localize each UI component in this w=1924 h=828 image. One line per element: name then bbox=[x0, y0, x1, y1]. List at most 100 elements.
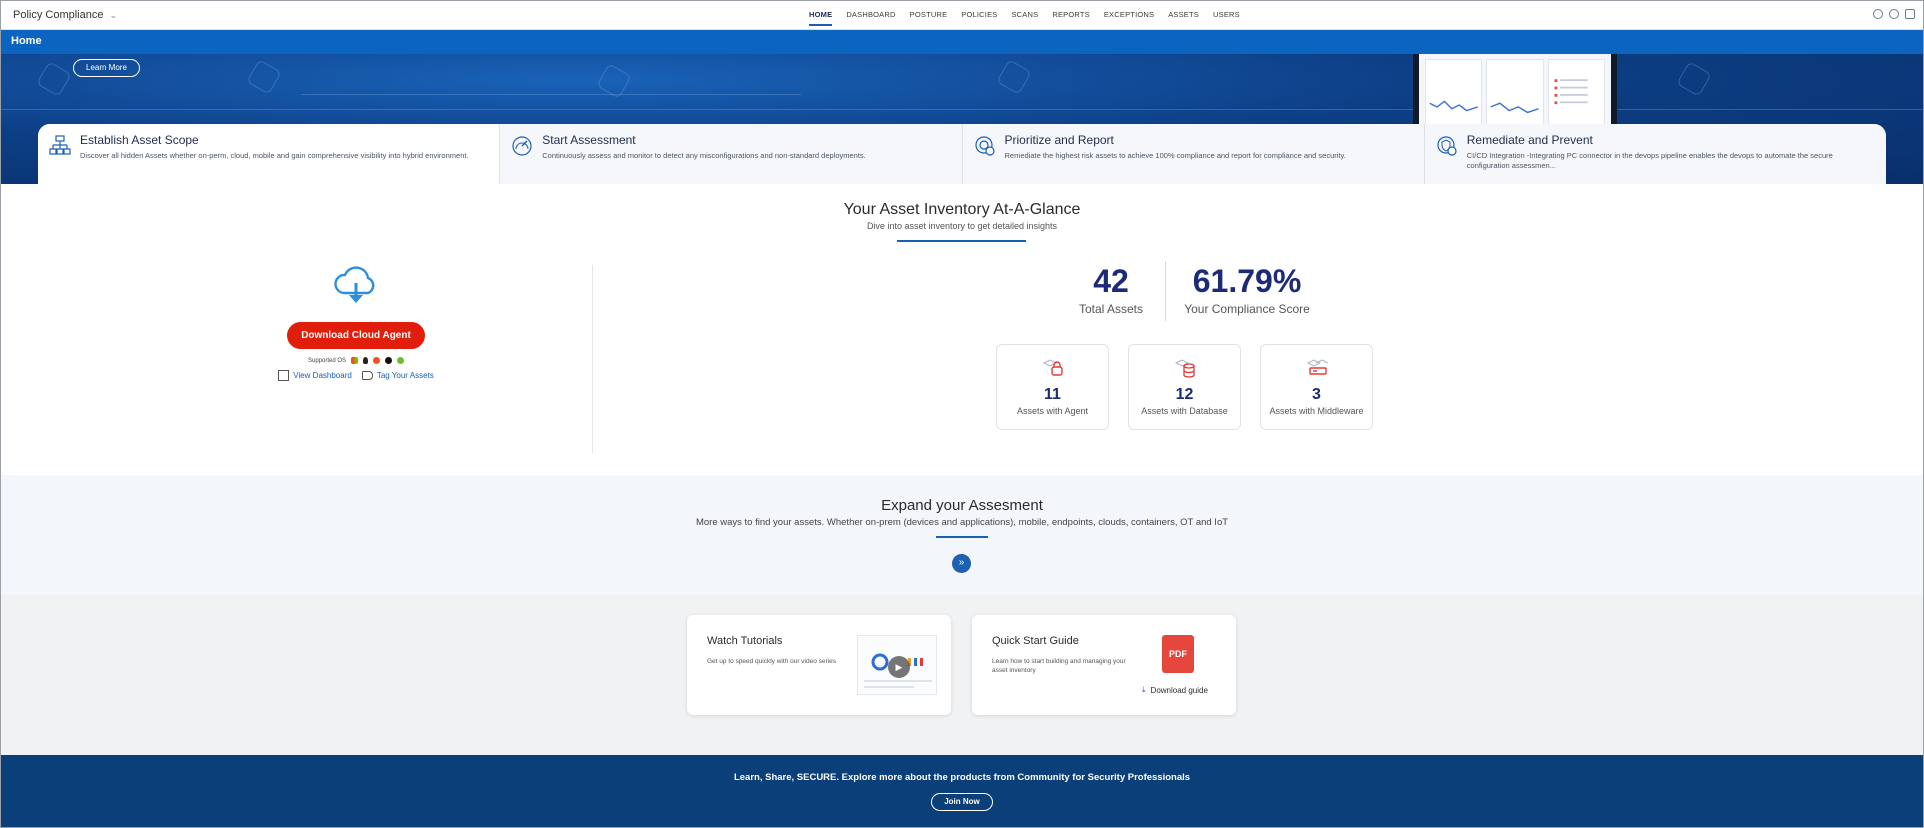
quick-start-guide-card[interactable]: Quick Start Guide Learn how to start bui… bbox=[972, 615, 1236, 715]
compliance-score-stat: 61.79% Your Compliance Score bbox=[1177, 263, 1317, 316]
top-icons bbox=[1873, 9, 1915, 19]
step-cards: Establish Asset Scope Discover all hidde… bbox=[38, 124, 1886, 184]
tag-assets-link[interactable]: Tag Your Assets bbox=[361, 370, 434, 381]
cloud-download-icon bbox=[334, 266, 375, 303]
stat-divider bbox=[1165, 261, 1166, 321]
guide-desc: Learn how to start building and managing… bbox=[992, 658, 1126, 674]
step-establish-scope[interactable]: Establish Asset Scope Discover all hidde… bbox=[38, 124, 501, 184]
title-underline bbox=[897, 240, 1026, 242]
chevron-down-icon: ⌄ bbox=[109, 9, 118, 20]
gauge-icon bbox=[512, 136, 532, 156]
nav-users[interactable]: USERS bbox=[1213, 1, 1240, 30]
download-guide-label: Download guide bbox=[1150, 685, 1208, 695]
guide-title: Quick Start Guide bbox=[992, 635, 1079, 647]
nav-reports[interactable]: REPORTS bbox=[1052, 1, 1090, 30]
nav-policies[interactable]: POLICIES bbox=[961, 1, 997, 30]
linux-icon bbox=[363, 357, 369, 364]
main-nav: HOME DASHBOARD POSTURE POLICIES SCANS RE… bbox=[809, 1, 1240, 30]
assets-with-agent-card[interactable]: 11 Assets with Agent bbox=[996, 344, 1109, 430]
app-switcher[interactable]: Policy Compliance ⌄ bbox=[13, 9, 117, 21]
watch-tutorials-card[interactable]: Watch Tutorials Get up to speed quickly … bbox=[687, 615, 951, 715]
expand-underline bbox=[936, 536, 988, 538]
hex-decoration bbox=[36, 61, 72, 97]
page-title: Home bbox=[1, 30, 1923, 54]
download-guide-link[interactable]: ⤓ Download guide bbox=[1142, 685, 1208, 695]
expand-section: Expand your Assesment More ways to find … bbox=[1, 475, 1923, 595]
agent-label: Assets with Agent bbox=[1016, 406, 1089, 416]
database-count: 12 bbox=[1175, 386, 1194, 403]
tag-assets-label: Tag Your Assets bbox=[376, 371, 434, 380]
nav-assets[interactable]: ASSETS bbox=[1168, 1, 1199, 30]
nav-home[interactable]: HOME bbox=[809, 1, 833, 30]
step-title: Remediate and Prevent bbox=[1466, 133, 1593, 147]
glance-subtitle: Dive into asset inventory to get detaile… bbox=[866, 221, 1058, 231]
supported-os-row: Supported OS bbox=[271, 357, 441, 364]
user-icon[interactable] bbox=[1873, 9, 1883, 19]
supported-os-label: Supported OS bbox=[307, 357, 347, 364]
tag-icon bbox=[361, 371, 373, 380]
apple-icon bbox=[385, 357, 393, 364]
windows-icon bbox=[351, 357, 359, 364]
panel-divider bbox=[592, 265, 593, 453]
download-cloud-agent-button[interactable]: Download Cloud Agent bbox=[287, 322, 425, 349]
help-icon[interactable] bbox=[1889, 9, 1899, 19]
compliance-score-label: Your Compliance Score bbox=[1184, 302, 1310, 316]
download-icon: ⤓ bbox=[1142, 685, 1146, 694]
total-assets-label: Total Assets bbox=[1078, 302, 1144, 316]
agent-count: 11 bbox=[1044, 386, 1061, 403]
circuit-line bbox=[301, 94, 801, 95]
nav-posture[interactable]: POSTURE bbox=[910, 1, 948, 30]
screen-pane bbox=[1486, 59, 1544, 129]
step-desc: Continuously assess and monitor to detec… bbox=[542, 151, 866, 160]
target-gear-icon bbox=[974, 136, 995, 156]
step-prioritize-report[interactable]: Prioritize and Report Remediate the high… bbox=[962, 124, 1425, 184]
shield-gear-icon bbox=[1437, 136, 1457, 156]
step-title: Start Assessment bbox=[542, 133, 636, 147]
total-assets-value: 42 bbox=[1093, 263, 1129, 299]
screen-pane bbox=[1425, 59, 1483, 129]
step-desc: Remediate the highest risk assets to ach… bbox=[1004, 151, 1346, 160]
nav-dashboard[interactable]: DASHBOARD bbox=[846, 1, 895, 30]
hex-decoration bbox=[1676, 61, 1712, 97]
play-icon[interactable]: ▶ bbox=[888, 656, 910, 678]
assets-with-middleware-card[interactable]: 3 Assets with Middleware bbox=[1260, 344, 1373, 430]
middleware-icon bbox=[1306, 359, 1328, 375]
screen-pane bbox=[1547, 59, 1605, 129]
view-dashboard-link[interactable]: View Dashboard bbox=[278, 370, 352, 381]
ubuntu-icon bbox=[373, 357, 381, 364]
cloud-agent-panel: Download Cloud Agent Supported OS View D… bbox=[271, 263, 441, 381]
pdf-icon: PDF bbox=[1162, 635, 1194, 673]
mail-icon[interactable] bbox=[1905, 9, 1915, 19]
step-title: Establish Asset Scope bbox=[80, 133, 199, 147]
step-desc: Discover all hidden Assets whether on-pe… bbox=[80, 151, 469, 160]
hero-banner: Learn More Establish Asset Scope Discove… bbox=[1, 54, 1923, 184]
hex-decoration bbox=[246, 59, 282, 95]
tutorials-desc: Get up to speed quickly with our video s… bbox=[707, 658, 836, 665]
step-remediate-prevent[interactable]: Remediate and Prevent CI/CD Integration … bbox=[1424, 124, 1886, 184]
top-bar: Policy Compliance ⌄ HOME DASHBOARD POSTU… bbox=[1, 1, 1923, 30]
app-frame: Policy Compliance ⌄ HOME DASHBOARD POSTU… bbox=[0, 0, 1924, 828]
resources-section: Watch Tutorials Get up to speed quickly … bbox=[1, 595, 1923, 755]
expand-subtitle: More ways to find your assets. Whether o… bbox=[695, 517, 1229, 528]
chevrons-down-icon[interactable]: » bbox=[952, 554, 971, 573]
hex-decoration bbox=[996, 59, 1032, 95]
glance-title: Your Asset Inventory At-A-Glance bbox=[843, 201, 1081, 218]
agent-links: View Dashboard Tag Your Assets bbox=[271, 370, 441, 381]
dashboard-icon bbox=[278, 370, 290, 381]
network-icon bbox=[49, 135, 71, 155]
nav-scans[interactable]: SCANS bbox=[1011, 1, 1038, 30]
nav-exceptions[interactable]: EXCEPTIONS bbox=[1104, 1, 1154, 30]
footer-text: Learn, Share, SECURE. Explore more about… bbox=[733, 772, 1191, 783]
assets-with-database-card[interactable]: 12 Assets with Database bbox=[1128, 344, 1241, 430]
video-thumbnail[interactable]: ▶ bbox=[857, 635, 937, 695]
expand-title: Expand your Assesment bbox=[881, 497, 1043, 514]
suse-icon bbox=[397, 357, 405, 364]
step-start-assessment[interactable]: Start Assessment Continuously assess and… bbox=[500, 124, 963, 184]
middleware-label: Assets with Middleware bbox=[1269, 406, 1364, 416]
community-footer: Learn, Share, SECURE. Explore more about… bbox=[1, 755, 1923, 827]
step-title: Prioritize and Report bbox=[1004, 133, 1114, 147]
middleware-count: 3 bbox=[1312, 386, 1321, 403]
join-now-button[interactable]: Join Now bbox=[931, 793, 993, 811]
agent-asset-icon bbox=[1042, 359, 1063, 376]
learn-more-button[interactable]: Learn More bbox=[73, 59, 140, 77]
